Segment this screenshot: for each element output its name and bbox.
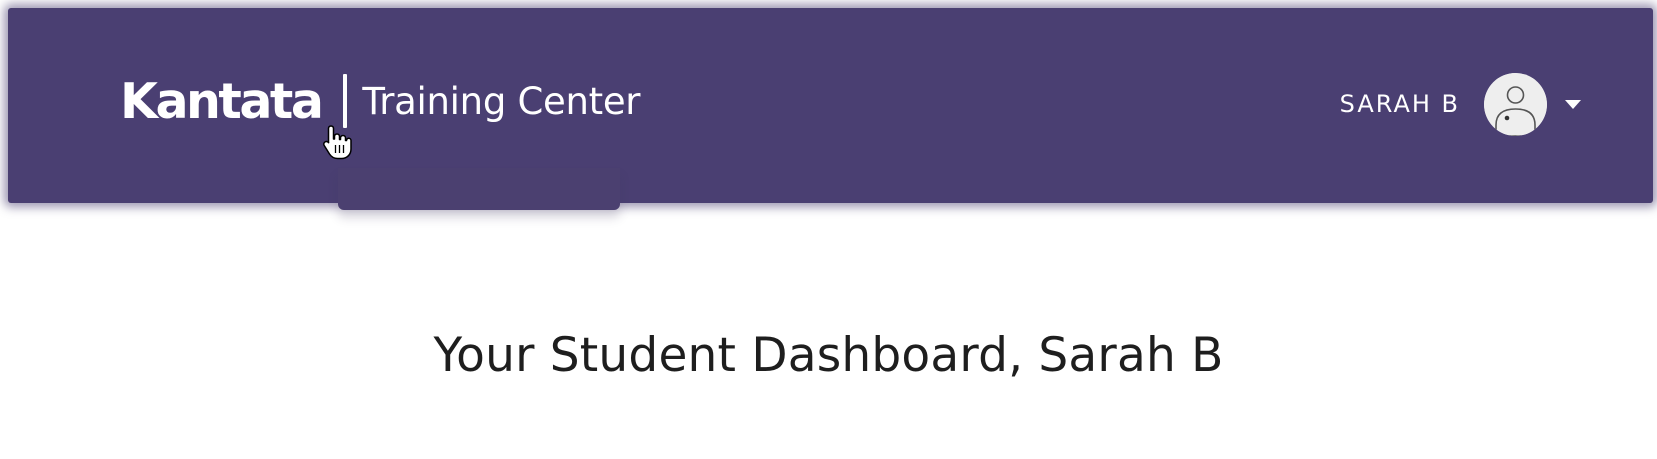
hand-pointer-icon [323, 125, 352, 160]
page: Kantata Training Center SARAH B Your Stu… [0, 0, 1657, 459]
caret-down-icon[interactable] [1565, 99, 1581, 109]
user-avatar-icon[interactable] [1484, 72, 1547, 136]
brand-subtitle: Training Center [362, 79, 641, 123]
page-title: Your Student Dashboard, Sarah B [433, 328, 1224, 383]
brand-home-link[interactable]: Kantata Training Center [120, 68, 641, 134]
kantata-logo: Kantata [120, 72, 324, 130]
top-header: Kantata Training Center SARAH B [8, 8, 1653, 210]
user-name: SARAH B [1339, 90, 1460, 118]
brand-hover-highlight [338, 168, 620, 210]
brand-divider [343, 74, 348, 128]
user-menu-button[interactable]: SARAH B [1340, 72, 1581, 136]
